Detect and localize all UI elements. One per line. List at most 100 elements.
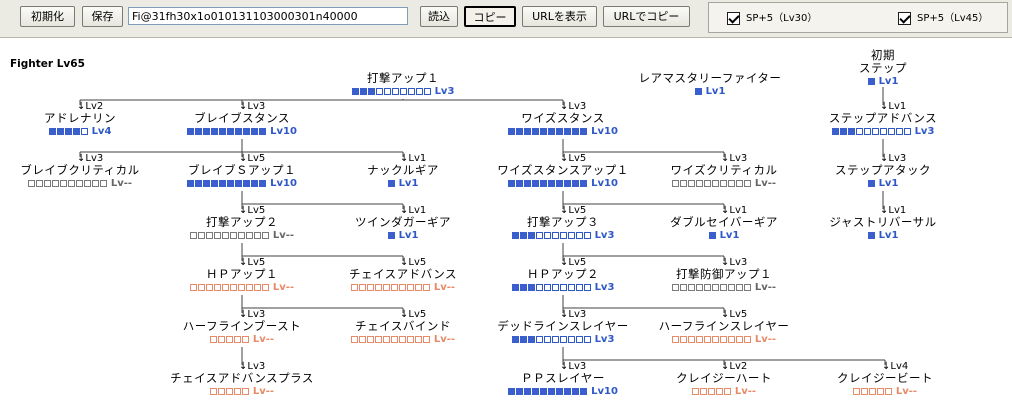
skill-point-filled[interactable] bbox=[243, 127, 251, 135]
skill-point-filled[interactable] bbox=[524, 127, 532, 135]
skill-point-filled[interactable] bbox=[251, 127, 259, 135]
skill-point-filled[interactable] bbox=[524, 387, 532, 395]
skill-points[interactable]: Lv10 bbox=[483, 126, 643, 138]
skill-point-empty[interactable] bbox=[723, 387, 731, 395]
skill-node-chase-bind[interactable]: ↓Lv5 チェイスバインド Lv-- bbox=[323, 309, 483, 346]
skill-point-filled[interactable] bbox=[187, 127, 195, 135]
skill-point-empty[interactable] bbox=[233, 335, 241, 343]
skill-point-filled[interactable] bbox=[211, 179, 219, 187]
sp-bonus-lv30-option[interactable]: SP+5（Lv30） bbox=[727, 11, 817, 27]
skill-points[interactable]: Lv1 bbox=[803, 178, 963, 190]
skill-point-empty[interactable] bbox=[567, 283, 575, 291]
skill-point-empty[interactable] bbox=[67, 179, 75, 187]
skill-point-filled[interactable] bbox=[556, 179, 564, 187]
skill-point-empty[interactable] bbox=[398, 335, 406, 343]
reset-button[interactable]: 初期化 bbox=[20, 6, 75, 27]
skill-point-empty[interactable] bbox=[559, 335, 567, 343]
skill-node-twin-dagger-gear[interactable]: ↓Lv1 ツインダガーギア Lv1 bbox=[323, 205, 483, 242]
skill-point-empty[interactable] bbox=[253, 283, 261, 291]
skill-points[interactable]: Lv-- bbox=[162, 282, 322, 294]
skill-points[interactable]: Lv10 bbox=[162, 126, 322, 138]
skill-point-filled[interactable] bbox=[187, 179, 195, 187]
skill-point-filled[interactable] bbox=[367, 87, 375, 95]
skill-point-empty[interactable] bbox=[735, 283, 743, 291]
skill-point-empty[interactable] bbox=[671, 179, 679, 187]
skill-point-filled[interactable] bbox=[532, 387, 540, 395]
skill-point-empty[interactable] bbox=[205, 283, 213, 291]
skill-point-filled[interactable] bbox=[580, 179, 588, 187]
skill-node-adrenaline[interactable]: ↓Lv2 アドレナリン Lv4 bbox=[0, 101, 160, 138]
skill-point-empty[interactable] bbox=[903, 127, 911, 135]
skill-point-empty[interactable] bbox=[415, 87, 423, 95]
skill-point-empty[interactable] bbox=[422, 283, 430, 291]
skill-points[interactable]: Lv-- bbox=[644, 386, 804, 398]
skill-point-empty[interactable] bbox=[535, 283, 543, 291]
skill-point-empty[interactable] bbox=[75, 179, 83, 187]
skill-point-filled[interactable] bbox=[524, 179, 532, 187]
skill-point-filled[interactable] bbox=[516, 179, 524, 187]
skill-node-brave-s-up1[interactable]: ↓Lv5 ブレイブＳアップ１ Lv10 bbox=[162, 153, 322, 190]
skill-point-filled[interactable] bbox=[532, 179, 540, 187]
skill-node-init-step[interactable]: 初期 ステップ Lv1 bbox=[803, 49, 963, 88]
skill-points[interactable]: Lv-- bbox=[323, 334, 483, 346]
skill-point-filled[interactable] bbox=[511, 283, 519, 291]
skill-point-empty[interactable] bbox=[895, 127, 903, 135]
skill-point-empty[interactable] bbox=[189, 283, 197, 291]
skill-point-empty[interactable] bbox=[99, 179, 107, 187]
skill-point-empty[interactable] bbox=[374, 335, 382, 343]
skill-point-filled[interactable] bbox=[227, 127, 235, 135]
skill-point-empty[interactable] bbox=[583, 335, 591, 343]
skill-point-filled[interactable] bbox=[847, 127, 855, 135]
sp-bonus-lv45-checkbox[interactable] bbox=[898, 11, 911, 25]
skill-point-filled[interactable] bbox=[540, 179, 548, 187]
skill-point-filled[interactable] bbox=[211, 127, 219, 135]
skill-point-empty[interactable] bbox=[879, 127, 887, 135]
skill-point-empty[interactable] bbox=[241, 387, 249, 395]
skill-point-empty[interactable] bbox=[711, 283, 719, 291]
skill-point-empty[interactable] bbox=[703, 283, 711, 291]
skill-point-filled[interactable] bbox=[867, 179, 875, 187]
skill-point-empty[interactable] bbox=[217, 387, 225, 395]
skill-point-filled[interactable] bbox=[527, 283, 535, 291]
skill-node-dageki-up3[interactable]: ↓Lv5 打撃アップ３ Lv3 bbox=[483, 205, 643, 242]
skill-point-empty[interactable] bbox=[91, 179, 99, 187]
skill-point-empty[interactable] bbox=[241, 335, 249, 343]
skill-point-filled[interactable] bbox=[532, 127, 540, 135]
skill-point-empty[interactable] bbox=[699, 387, 707, 395]
skill-point-empty[interactable] bbox=[575, 283, 583, 291]
skill-point-empty[interactable] bbox=[743, 179, 751, 187]
skill-point-empty[interactable] bbox=[398, 283, 406, 291]
skill-node-just-reversal[interactable]: ↓Lv1 ジャストリバーサル Lv1 bbox=[803, 205, 963, 242]
skill-point-empty[interactable] bbox=[551, 335, 559, 343]
skill-point-empty[interactable] bbox=[868, 387, 876, 395]
skill-point-filled[interactable] bbox=[548, 179, 556, 187]
skill-node-step-attack[interactable]: ↓Lv3 ステップアタック Lv1 bbox=[803, 153, 963, 190]
skill-point-empty[interactable] bbox=[391, 87, 399, 95]
skill-point-empty[interactable] bbox=[543, 231, 551, 239]
skill-point-empty[interactable] bbox=[197, 283, 205, 291]
skill-point-empty[interactable] bbox=[225, 387, 233, 395]
skill-point-empty[interactable] bbox=[390, 335, 398, 343]
skill-point-filled[interactable] bbox=[564, 127, 572, 135]
skill-node-deadline-slayer[interactable]: ↓Lv3 デッドラインスレイヤー Lv3 bbox=[483, 309, 643, 346]
skill-point-empty[interactable] bbox=[253, 231, 261, 239]
skill-point-filled[interactable] bbox=[387, 231, 395, 239]
skill-point-filled[interactable] bbox=[516, 127, 524, 135]
copy-button[interactable]: コピー bbox=[464, 6, 516, 27]
skill-point-empty[interactable] bbox=[719, 283, 727, 291]
skill-node-hp-up1[interactable]: ↓Lv5 ＨＰアップ１ Lv-- bbox=[162, 257, 322, 294]
skill-point-empty[interactable] bbox=[80, 127, 88, 135]
show-url-button[interactable]: URLを表示 bbox=[522, 6, 597, 27]
skill-point-empty[interactable] bbox=[374, 283, 382, 291]
skill-point-filled[interactable] bbox=[387, 179, 395, 187]
sp-bonus-lv30-checkbox[interactable] bbox=[727, 11, 740, 25]
skill-point-empty[interactable] bbox=[382, 335, 390, 343]
skill-point-empty[interactable] bbox=[743, 283, 751, 291]
skill-point-empty[interactable] bbox=[27, 179, 35, 187]
skill-points[interactable]: Lv-- bbox=[162, 230, 322, 242]
skill-point-empty[interactable] bbox=[852, 387, 860, 395]
skill-points[interactable]: Lv-- bbox=[644, 334, 804, 346]
skill-point-filled[interactable] bbox=[867, 231, 875, 239]
skill-point-empty[interactable] bbox=[375, 87, 383, 95]
skill-point-empty[interactable] bbox=[43, 179, 51, 187]
